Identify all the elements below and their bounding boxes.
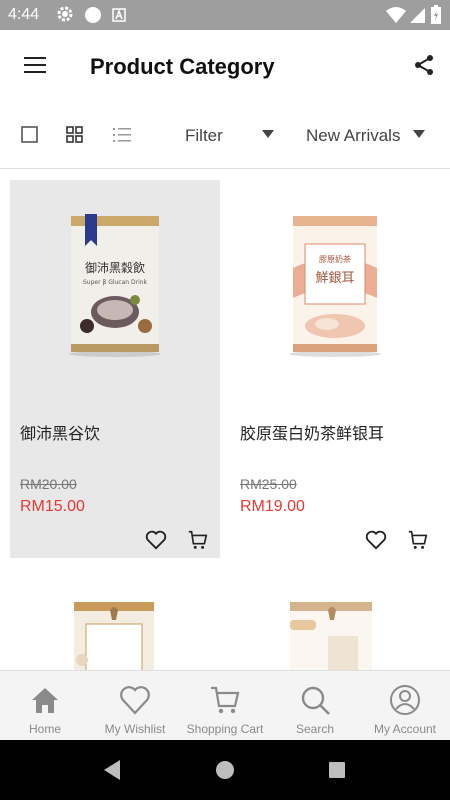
add-to-cart-icon[interactable]: [407, 529, 429, 551]
can-subtitle-text: 膠原奶茶: [319, 254, 351, 264]
product-image-partial[interactable]: [72, 600, 156, 670]
checkbox-view-icon[interactable]: [20, 125, 40, 145]
filter-chevron-down-icon[interactable]: [262, 130, 274, 138]
home-button-icon[interactable]: [215, 760, 235, 780]
product-original-price: RM20.00: [20, 476, 77, 492]
nav-shopping-cart-label: Shopping Cart: [186, 722, 264, 736]
nav-my-account[interactable]: My Account: [360, 671, 450, 741]
signal-icon: [410, 8, 425, 23]
product-sale-price: RM15.00: [20, 498, 85, 515]
home-icon: [32, 688, 58, 713]
view-toolbar: Filter New Arrivals: [0, 102, 450, 169]
can-subtitle-text: Super β Glucan Drink: [83, 279, 148, 286]
product-image-partial[interactable]: [288, 600, 374, 670]
nav-search[interactable]: Search: [270, 671, 360, 741]
sort-dropdown[interactable]: New Arrivals: [306, 126, 400, 146]
product-name[interactable]: 胶原蛋白奶茶鲜银耳: [240, 420, 384, 444]
battery-charging-icon: [431, 5, 441, 24]
system-navigation-bar: [0, 740, 450, 800]
product-grid: 御沛黑穀飲 Super β Glucan Drink 御沛黑谷饮 RM20.00…: [0, 170, 450, 670]
bottom-navigation: Home My Wishlist Shopping Cart Search My…: [0, 670, 450, 741]
wishlist-heart-icon[interactable]: [145, 530, 167, 550]
add-to-cart-icon[interactable]: [187, 529, 209, 551]
can-label-text: 御沛黑穀飲: [85, 260, 145, 275]
product-card[interactable]: 膠原奶茶 鮮銀耳 胶原蛋白奶茶鲜银耳 RM25.00 RM19.00: [230, 180, 440, 558]
nav-search-label: Search: [295, 722, 335, 736]
wishlist-heart-icon[interactable]: [365, 530, 387, 550]
sort-chevron-down-icon[interactable]: [413, 130, 425, 138]
product-card[interactable]: 御沛黑穀飲 Super β Glucan Drink 御沛黑谷饮 RM20.00…: [10, 180, 220, 558]
share-icon[interactable]: [412, 53, 436, 77]
account-icon: [390, 685, 420, 715]
gear-icon: [57, 6, 73, 22]
recents-icon[interactable]: [328, 761, 346, 779]
grid-view-icon[interactable]: [65, 125, 85, 145]
can-label-text: 鮮銀耳: [315, 271, 354, 286]
product-sale-price: RM19.00: [240, 498, 305, 515]
page-title: Product Category: [90, 54, 275, 79]
status-time: 4:44: [8, 6, 40, 23]
back-icon[interactable]: [102, 759, 122, 781]
search-icon: [301, 686, 330, 715]
product-image[interactable]: 膠原奶茶 鮮銀耳: [285, 208, 385, 358]
cart-icon: [211, 686, 240, 714]
list-view-icon[interactable]: [112, 125, 132, 145]
product-name[interactable]: 御沛黑谷饮: [20, 420, 100, 444]
filter-dropdown[interactable]: Filter: [185, 126, 223, 146]
heart-icon: [120, 686, 150, 715]
nav-wishlist[interactable]: My Wishlist: [90, 671, 180, 741]
nav-home[interactable]: Home: [0, 671, 90, 741]
nav-shopping-cart[interactable]: Shopping Cart: [180, 671, 270, 741]
app-bar: Product Category: [0, 30, 450, 102]
nav-my-account-label: My Account: [373, 722, 437, 736]
product-image[interactable]: 御沛黑穀飲 Super β Glucan Drink: [65, 208, 165, 358]
nav-home-label: Home: [28, 722, 61, 736]
product-original-price: RM25.00: [240, 476, 297, 492]
status-bar: 4:44: [0, 0, 450, 30]
sim-icon: [112, 8, 126, 22]
wifi-icon: [386, 7, 406, 23]
circle-icon: [85, 7, 101, 23]
nav-wishlist-label: My Wishlist: [104, 722, 166, 736]
hamburger-icon[interactable]: [24, 55, 46, 75]
